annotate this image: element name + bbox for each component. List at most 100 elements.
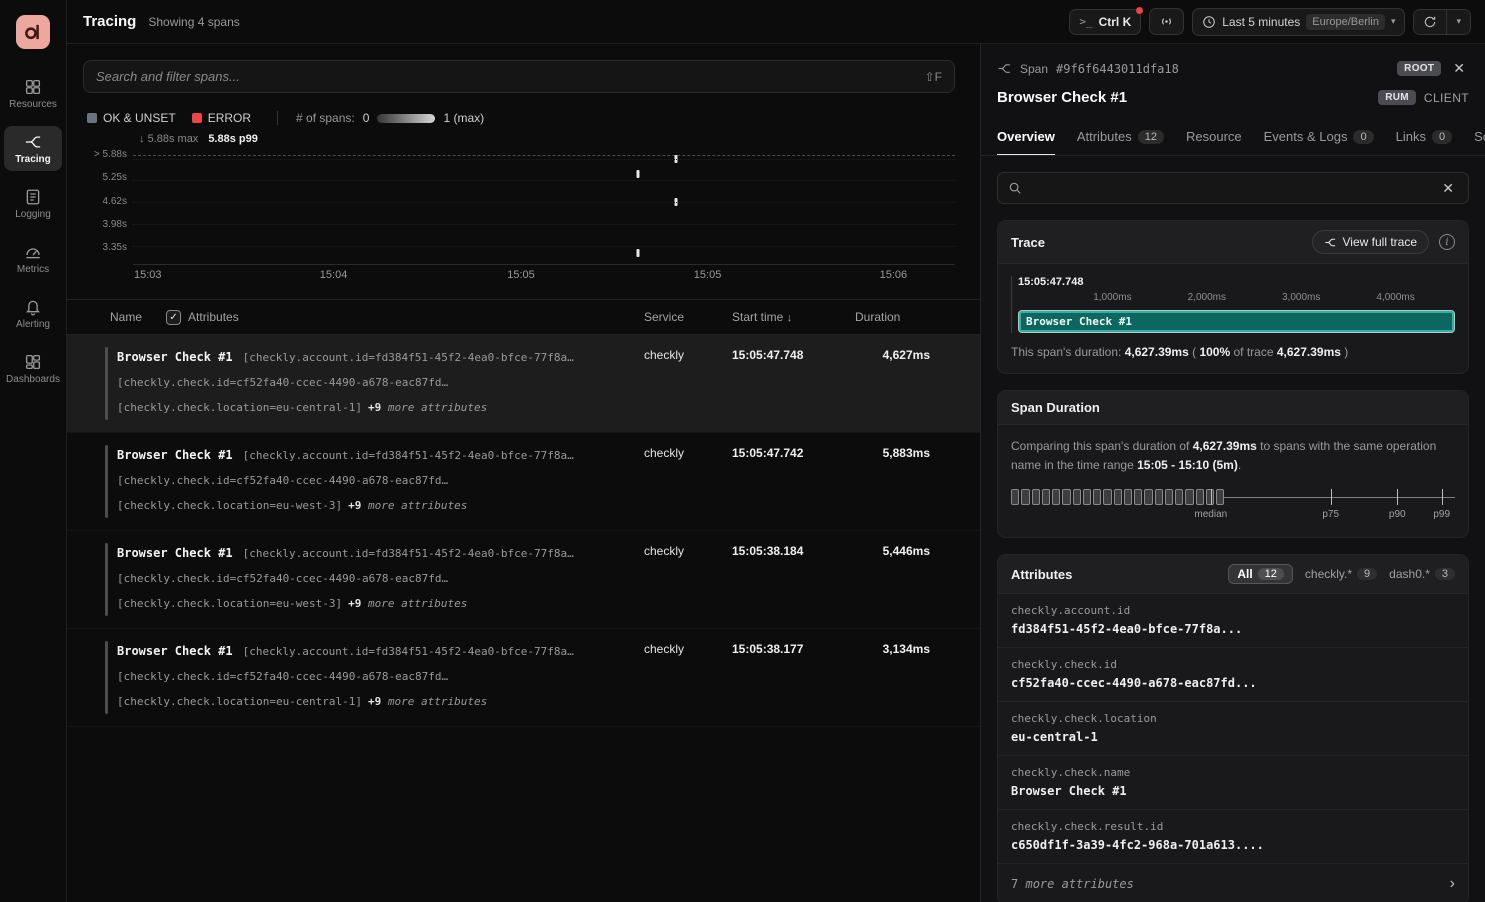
timezone-chip: Europe/Berlin [1306,14,1385,30]
refresh-options-button[interactable]: ▾ [1446,10,1470,34]
time-range-button[interactable]: Last 5 minutes Europe/Berlin ▾ [1192,8,1405,36]
duration-cell: 5,446ms [855,541,980,558]
clock-icon [1202,15,1216,29]
attribute-row[interactable]: checkly.account.id fd384f51-45f2-4ea0-bf… [998,594,1468,648]
notification-dot [1136,7,1143,14]
span-count-max: 1 (max) [443,111,484,125]
sidebar: Resources Tracing Logging Metrics Alerti… [0,0,67,902]
chip-dash0[interactable]: dash0.*3 [1389,567,1455,581]
refresh-group: ▾ [1413,9,1471,35]
chevron-right-icon: › [1450,875,1455,893]
sidebar-item-label: Metrics [17,264,49,275]
trace-icon [1324,236,1337,249]
span-duration-title: Span Duration [1011,400,1100,415]
tab-attributes[interactable]: Attributes12 [1077,120,1164,155]
start-time-cell: 15:05:47.748 [732,345,855,362]
col-attributes[interactable]: Attributes [188,310,239,324]
service-cell: checkly [644,443,732,460]
close-icon[interactable]: ✕ [1449,58,1469,79]
search-icon [1008,181,1022,195]
chevron-down-icon: ▾ [1456,16,1461,27]
table-row[interactable]: Browser Check #1[checkly.account.id=fd38… [67,629,980,727]
client-badge: CLIENT [1424,91,1469,105]
error-legend-label: ERROR [208,111,251,125]
col-start-time[interactable]: Start time ↓ [732,310,855,324]
panel-tabs: Overview Attributes12 Resource Events & … [981,120,1485,156]
span-duration-chart: ↓ 5.88s max 5.88s p99 > 5.88s 5.25s 4.62… [83,131,955,283]
clear-search-icon[interactable]: ✕ [1438,178,1458,199]
col-service[interactable]: Service [644,310,732,324]
tab-source[interactable]: Source [1474,120,1485,155]
tracing-main: ⇧F OK & UNSET ERROR # of spans: 0 1 (max… [67,44,980,902]
legend-divider [277,111,278,125]
span-count-min: 0 [363,111,370,125]
chart-legend: OK & UNSET ERROR # of spans: 0 1 (max) [87,111,964,125]
trace-start-time: 15:05:47.748 [1018,276,1455,288]
span-duration-card: Span Duration Comparing this span's dura… [997,390,1469,538]
panel-search-bar: ✕ [997,172,1469,204]
scatter-plot[interactable] [133,147,955,265]
attributes-checkbox[interactable]: ✓ [166,310,181,325]
refresh-button[interactable] [1414,10,1446,34]
sidebar-item-label: Resources [9,99,57,110]
table-header: Name ✓ Attributes Service Start time ↓ D… [67,299,980,335]
error-legend-swatch [192,113,202,123]
dash0-logo-icon [23,22,43,42]
duration-histogram[interactable] [1011,489,1455,505]
root-badge: ROOT [1397,61,1441,76]
sidebar-item-alerting[interactable]: Alerting [4,291,62,336]
attribute-row[interactable]: checkly.check.name Browser Check #1 [998,756,1468,810]
table-row[interactable]: Browser Check #1[checkly.account.id=fd38… [67,433,980,531]
attributes-card: Attributes All12 checkly.*9 dash0.*3 che… [997,554,1469,902]
span-search-input[interactable] [96,69,917,84]
sidebar-item-tracing[interactable]: Tracing [4,126,62,171]
service-cell: checkly [644,639,732,656]
chart-annotations: ↓ 5.88s max 5.88s p99 [139,131,955,147]
attribute-row[interactable]: checkly.check.result.id c650df1f-3a39-4f… [998,810,1468,864]
span-title: Browser Check #1 [997,89,1127,106]
sidebar-item-label: Tracing [15,154,51,165]
sidebar-item-logging[interactable]: Logging [4,181,62,226]
sidebar-item-label: Logging [15,209,51,220]
start-time-cell: 15:05:47.742 [732,443,855,460]
tab-links[interactable]: Links0 [1396,120,1452,155]
metrics-icon [24,243,42,261]
tracing-icon [24,133,42,151]
span-icon [997,61,1012,76]
panel-search-input[interactable] [1030,181,1430,196]
app-root: Resources Tracing Logging Metrics Alerti… [0,0,1485,902]
service-cell: checkly [644,345,732,362]
trace-bar-label: Browser Check #1 [1026,315,1132,328]
more-attributes-row[interactable]: 7 more attributes › [998,864,1468,902]
tab-events-logs[interactable]: Events & Logs0 [1264,120,1374,155]
chip-checkly[interactable]: checkly.*9 [1305,567,1377,581]
sidebar-item-metrics[interactable]: Metrics [4,236,62,281]
chip-all[interactable]: All12 [1228,564,1293,584]
span-filter-bar: ⇧F [83,60,955,93]
table-row[interactable]: Browser Check #1[checkly.account.id=fd38… [67,531,980,629]
col-name[interactable]: Name [110,310,142,324]
sidebar-item-resources[interactable]: Resources [4,71,62,116]
broadcast-button[interactable] [1149,8,1184,35]
sidebar-item-dashboards[interactable]: Dashboards [4,346,62,391]
info-icon[interactable]: i [1439,234,1455,250]
x-axis: 15:0315:0415:0515:0515:06 [133,265,955,283]
command-palette-button[interactable]: >_ Ctrl K [1069,9,1141,35]
tab-resource[interactable]: Resource [1186,120,1242,155]
duration-cell: 5,883ms [855,443,980,460]
col-duration[interactable]: Duration [855,310,980,324]
dashboards-icon [24,353,42,371]
span-count-gradient [377,114,435,123]
topbar: Tracing Showing 4 spans >_ Ctrl K Last 5… [67,0,1485,44]
attribute-row[interactable]: checkly.check.id cf52fa40-ccec-4490-a678… [998,648,1468,702]
table-row[interactable]: Browser Check #1[checkly.account.id=fd38… [67,335,980,433]
duration-histogram-baseline [1224,497,1455,498]
broadcast-icon [1159,14,1174,29]
view-full-trace-button[interactable]: View full trace [1312,230,1429,254]
attribute-row[interactable]: checkly.check.location eu-central-1 [998,702,1468,756]
trace-span-bar[interactable]: Browser Check #1 [1018,310,1455,333]
time-range-label: Last 5 minutes [1222,15,1300,29]
app-logo[interactable] [16,15,50,49]
tab-overview[interactable]: Overview [997,120,1055,155]
spans-table: Name ✓ Attributes Service Start time ↓ D… [67,299,980,902]
